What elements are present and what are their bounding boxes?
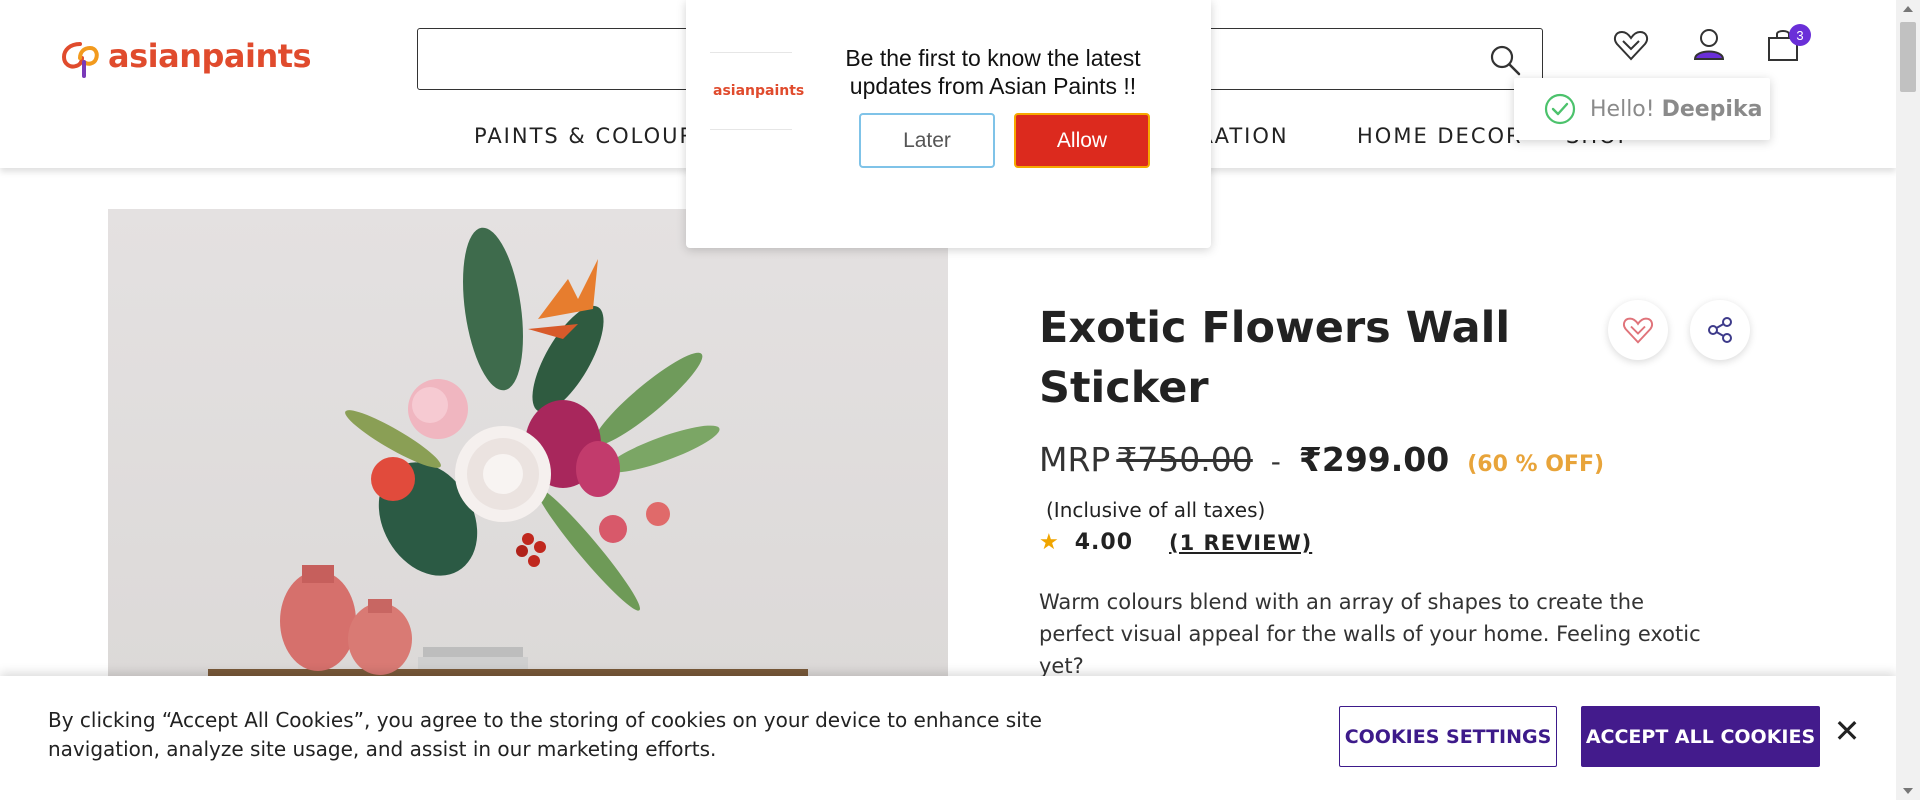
product-image[interactable] [108,209,948,679]
search-icon[interactable] [1488,43,1522,77]
account-button[interactable] [1688,24,1730,66]
notification-message: Be the first to know the latest updates … [845,45,1141,99]
discount-badge: (60 % OFF) [1467,452,1605,477]
push-notification-prompt: asianpaints Be the first to know the lat… [686,0,1211,248]
product-description: Warm colours blend with an array of shap… [1039,590,1701,678]
logo-mark-icon [61,42,99,78]
page-scrollbar[interactable] [1896,0,1920,800]
brand-logo[interactable]: asianpaints [58,34,312,78]
cookies-settings-button[interactable]: COOKIES SETTINGS [1339,706,1557,767]
later-button[interactable]: Later [859,113,995,168]
notification-brand-name: asianpaints [713,83,805,99]
flower-bouquet-illustration [208,227,808,679]
user-icon [1693,29,1725,60]
rating-row: ★ 4.00 (1 REVIEW) [1039,530,1312,555]
price-separator: - [1270,445,1281,478]
price-row: MRP ₹750.00 - ₹299.00 (60 % OFF) [1039,440,1604,479]
heart-icon [1623,317,1653,344]
star-icon: ★ [1039,530,1059,555]
user-name: Deepika [1661,96,1763,122]
sale-price: ₹299.00 [1298,440,1450,479]
close-icon[interactable]: ✕ [1832,712,1862,750]
scrollbar-thumb[interactable] [1900,22,1916,92]
tax-note: (Inclusive of all taxes) [1046,498,1266,522]
check-circle-icon [1544,93,1576,125]
user-greeting-tooltip: Hello! Deepika [1514,78,1770,140]
nav-item-paints-colour[interactable]: PAINTS & COLOUR [474,124,696,148]
allow-button[interactable]: Allow [1014,113,1150,168]
heart-icon [1613,30,1649,61]
product-wishlist-button[interactable] [1608,300,1668,360]
cookie-banner: By clicking “Accept All Cookies”, you ag… [0,676,1896,800]
brand-name: asianpaints [108,37,312,75]
reviews-link[interactable]: (1 REVIEW) [1169,531,1312,555]
product-title: Exotic Flowers Wall Sticker [1039,303,1511,413]
greeting-text: Hello! Deepika [1590,96,1763,122]
scroll-down-arrow-icon[interactable] [1903,788,1913,794]
share-icon [1708,317,1732,343]
mrp-value: ₹750.00 [1116,440,1253,479]
wishlist-button[interactable] [1610,24,1652,66]
accept-all-cookies-button[interactable]: ACCEPT ALL COOKIES [1581,706,1820,767]
notification-logo: asianpaints [710,52,804,130]
rating-value: 4.00 [1074,530,1134,555]
nav-item-home-decor[interactable]: HOME DECOR [1357,124,1523,148]
product-share-button[interactable] [1690,300,1750,360]
scroll-up-arrow-icon[interactable] [1903,6,1913,12]
cookie-message: By clicking “Accept All Cookies”, you ag… [48,708,1042,761]
cart-count-badge: 3 [1789,24,1811,46]
mrp-label: MRP [1039,440,1111,479]
